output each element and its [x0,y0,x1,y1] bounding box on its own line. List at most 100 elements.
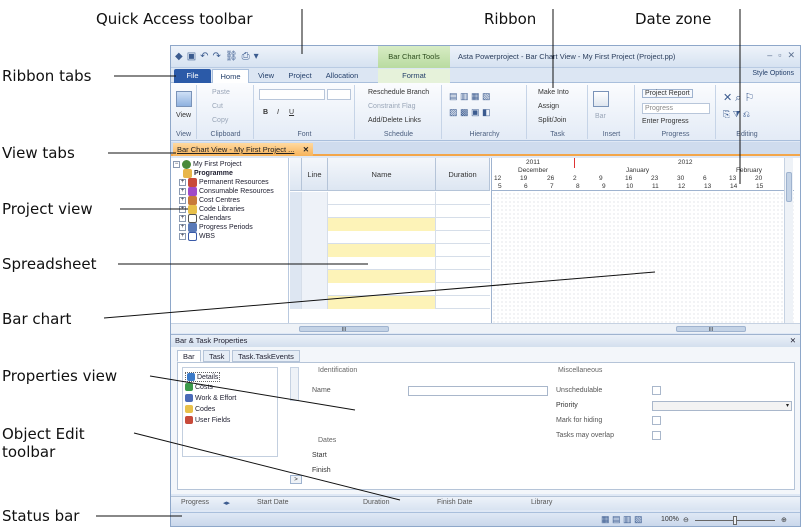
zoom-out-icon[interactable]: ⊖ [683,516,689,524]
redo-icon[interactable]: ↷ [213,51,221,62]
paste-button[interactable]: Paste [212,89,230,96]
scroll-thumb[interactable]: III [676,326,746,333]
vertical-scrollbar[interactable] [784,158,793,323]
properties-scrollbar[interactable] [290,367,299,401]
quick-access-toolbar: ◆ ▣ ↶ ↷ ⛓ ⎙ ▾ [175,51,259,62]
hierarchy-icons[interactable]: ▤ ▥ ▦ ▧ [449,91,491,102]
tab-task[interactable]: Task [203,350,231,362]
tasks-overlap-checkbox[interactable] [652,431,661,440]
tab-view[interactable]: View [251,69,281,83]
underline-button[interactable]: U [289,109,294,116]
scroll-thumb[interactable]: III [299,326,389,333]
tab-bar[interactable]: Bar [177,350,201,362]
view-icon[interactable] [176,91,192,107]
category-details[interactable]: Details [185,372,221,382]
table-row[interactable] [290,192,490,205]
expand-button[interactable]: > [290,475,302,484]
table-row[interactable] [290,257,490,270]
cut-button[interactable]: Cut [212,103,223,110]
progress-field[interactable]: Progress [181,499,209,506]
category-codes[interactable]: Codes [185,405,215,413]
close-tab-icon[interactable]: ✕ [303,143,309,156]
duration-field[interactable]: Duration [363,499,389,506]
link-icon[interactable]: ⛓ [225,51,238,62]
assign-button[interactable]: Assign [538,103,559,110]
tree-node[interactable]: Programme [183,169,233,178]
reschedule-branch-button[interactable]: Reschedule Branch [368,89,429,96]
style-options-menu[interactable]: Style Options [752,70,794,77]
zoom-level: 100% [661,516,679,523]
tree-node[interactable]: + WBS [179,232,215,241]
table-row[interactable] [290,218,490,231]
column-header-name[interactable]: Name [328,158,436,191]
font-name-combo[interactable] [259,89,325,100]
bar-button[interactable]: Bar [595,113,606,120]
print-icon[interactable]: ⎙ [242,51,250,62]
name-input[interactable] [408,386,548,396]
minimize-icon[interactable]: – [767,50,772,61]
table-row[interactable] [290,244,490,257]
project-report-button[interactable]: Project Report [642,89,693,98]
table-row[interactable] [290,205,490,218]
split-join-button[interactable]: Split/Join [538,117,566,124]
tree-node[interactable]: + Permanent Resources [179,178,269,187]
tree-node[interactable]: + Calendars [179,214,231,223]
restore-icon[interactable]: ▫ [778,50,781,61]
editing-icons-2[interactable]: ⎘ ⧩ ⎌ [723,109,750,120]
tab-format[interactable]: Format [378,69,450,83]
close-icon[interactable]: ✕ [787,50,795,61]
tab-project[interactable]: Project [283,69,317,83]
zoom-in-icon[interactable]: ⊕ [781,516,787,524]
category-user-fields[interactable]: User Fields [185,416,230,424]
save-icon[interactable]: ▣ [187,51,196,62]
category-costs[interactable]: Costs [185,383,213,391]
tree-node[interactable]: + Progress Periods [179,223,253,232]
constraint-flag-button[interactable]: Constraint Flag [368,103,415,110]
category-work-effort[interactable]: Work & Effort [185,394,236,402]
table-row[interactable] [290,231,490,244]
finish-date-field[interactable]: Finish Date [437,499,472,506]
tab-home[interactable]: Home [212,69,249,84]
add-delete-links-button[interactable]: Add/Delete Links [368,117,421,124]
enter-progress-button[interactable]: Enter Progress [642,118,689,125]
library-field[interactable]: Library [531,499,552,506]
priority-select[interactable]: ▾ [652,401,792,411]
progress-combo[interactable]: Progress [642,103,710,114]
font-size-combo[interactable] [327,89,351,100]
view-tab-bar-chart[interactable]: Bar Chart View - My First Project ... ✕ [173,143,313,156]
hierarchy-icons-2[interactable]: ▨ ▩ ▣ ◧ [449,107,491,118]
tree-node[interactable]: + Consumable Resources [179,187,274,196]
nav-arrows-icon[interactable]: ◂▸ [223,499,230,507]
undo-icon[interactable]: ↶ [200,51,208,62]
status-icons[interactable]: ▦ ▤ ▥ ▧ [601,514,643,525]
table-row[interactable] [290,270,490,283]
tree-node[interactable]: + Cost Centres [179,196,240,205]
editing-icons[interactable]: ✕ ⌕ ⚐ [723,91,754,105]
bold-button[interactable]: B [263,109,268,116]
bar-chart[interactable]: 2011 2012 December January February 12 1… [491,158,794,323]
scroll-thumb[interactable] [786,172,792,202]
tree-node[interactable]: + Code Libraries [179,205,245,214]
close-pane-icon[interactable]: ✕ [790,335,796,347]
zoom-thumb[interactable] [733,516,737,525]
tab-task-events[interactable]: Task.TaskEvents [232,350,300,362]
view-button[interactable]: View [176,112,191,119]
copy-button[interactable]: Copy [212,117,228,124]
tree-node[interactable]: − My First Project [173,160,242,169]
make-into-button[interactable]: Make Into [538,89,569,96]
table-row[interactable] [290,283,490,296]
horizontal-scrollbar[interactable]: III III [171,323,800,333]
start-date-field[interactable]: Start Date [257,499,289,506]
column-header-line[interactable]: Line [302,158,328,191]
italic-button[interactable]: I [277,109,279,116]
customize-icon[interactable]: ▾ [254,51,259,62]
column-header-duration[interactable]: Duration [436,158,490,191]
unschedulable-checkbox[interactable] [652,386,661,395]
app-icon[interactable]: ◆ [175,51,183,62]
tab-file[interactable]: File [174,69,211,83]
tab-allocation[interactable]: Allocation [319,69,365,83]
mark-hiding-checkbox[interactable] [652,416,661,425]
table-row[interactable] [290,296,490,309]
date-zone[interactable]: 2011 2012 December January February 12 1… [492,158,794,191]
table-icon[interactable] [593,91,609,107]
